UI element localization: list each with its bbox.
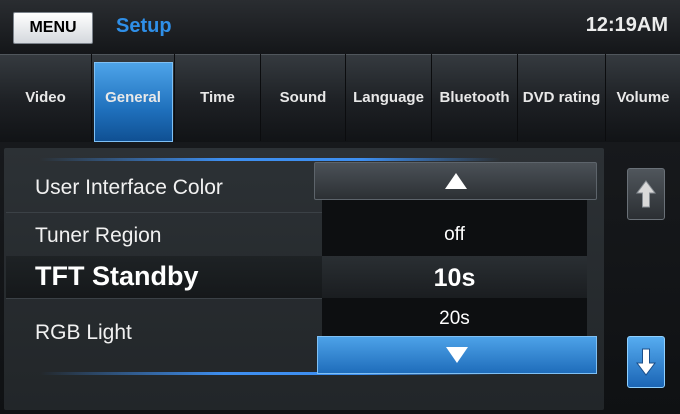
arrow-up-icon [636,180,656,208]
tab-dvd-rating[interactable]: DVD rating [518,54,606,141]
picker-option-off[interactable]: off [322,218,587,252]
setting-rgb-light[interactable]: RGB Light [35,321,132,345]
tab-video[interactable]: Video [0,54,92,141]
tab-volume[interactable]: Volume [606,54,680,141]
arrow-down-icon [636,348,656,376]
tab-bluetooth[interactable]: Bluetooth [432,54,518,141]
row-divider [6,298,322,299]
picker-up-button[interactable] [314,162,597,200]
clock: 12:19AM [585,14,668,36]
triangle-down-icon [446,347,468,363]
picker-option-10s[interactable]: 10s [322,258,587,298]
row-divider [6,212,322,213]
tab-language[interactable]: Language [346,54,432,141]
setting-tft-standby[interactable]: TFT Standby [35,261,199,292]
scroll-down-button[interactable] [627,336,665,388]
tab-time[interactable]: Time [175,54,261,141]
scroll-up-button[interactable] [627,168,665,220]
menu-button[interactable]: MENU [13,12,93,44]
picker-down-button[interactable] [317,336,597,374]
page-title: Setup [116,15,172,37]
setting-tuner-region[interactable]: Tuner Region [35,224,161,248]
tab-sound[interactable]: Sound [261,54,346,141]
setting-user-interface-color[interactable]: User Interface Color [35,176,223,200]
header-bar: MENU Setup 12:19AM [0,0,680,54]
tab-general[interactable]: General [92,54,175,141]
picker-option-20s[interactable]: 20s [322,303,587,335]
triangle-up-icon [444,173,467,189]
top-glow-divider [40,158,500,161]
